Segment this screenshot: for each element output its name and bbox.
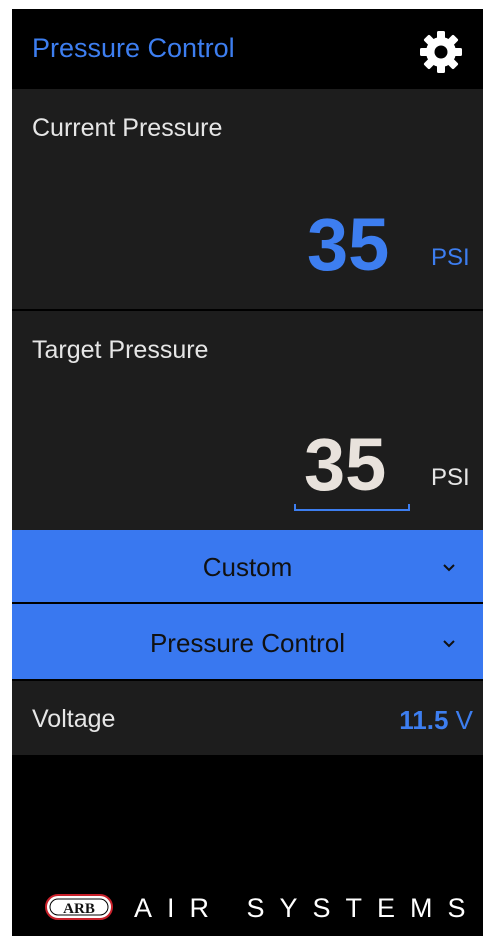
target-pressure-panel: Target Pressure 35 PSI [12,311,483,530]
voltage-value: 11.5 [399,705,449,735]
arb-logo: ARB [45,894,113,920]
voltage-row: Voltage 11.5 V [12,681,483,755]
chevron-down-icon [443,564,455,572]
mode-dropdown-value: Pressure Control [149,628,346,658]
mode-dropdown[interactable]: Pressure Control [12,604,483,679]
current-pressure-value: 35 [307,203,390,286]
target-pressure-input[interactable]: 35 [304,428,386,502]
target-input-underline [294,504,410,511]
gear-icon[interactable] [417,28,465,76]
target-pressure-label: Target Pressure [32,336,209,364]
current-pressure-panel: Current Pressure 35 PSI [12,89,483,309]
chevron-down-icon [443,640,455,648]
voltage-readout: 11.5 V [399,705,473,736]
target-pressure-unit: PSI [431,464,470,491]
app-window: Pressure Control Current Pressure 35 PSI… [12,9,483,936]
current-pressure-unit: PSI [431,244,470,271]
voltage-label: Voltage [32,705,116,733]
page-title: Pressure Control [32,33,235,63]
profile-dropdown-value: Custom [202,552,293,582]
header-bar: Pressure Control [12,9,483,89]
current-pressure-label: Current Pressure [32,114,223,142]
footer-brand-text: AIR SYSTEMS [134,893,481,923]
voltage-unit: V [455,705,473,735]
profile-dropdown[interactable]: Custom [12,530,483,602]
svg-text:ARB: ARB [63,901,95,917]
